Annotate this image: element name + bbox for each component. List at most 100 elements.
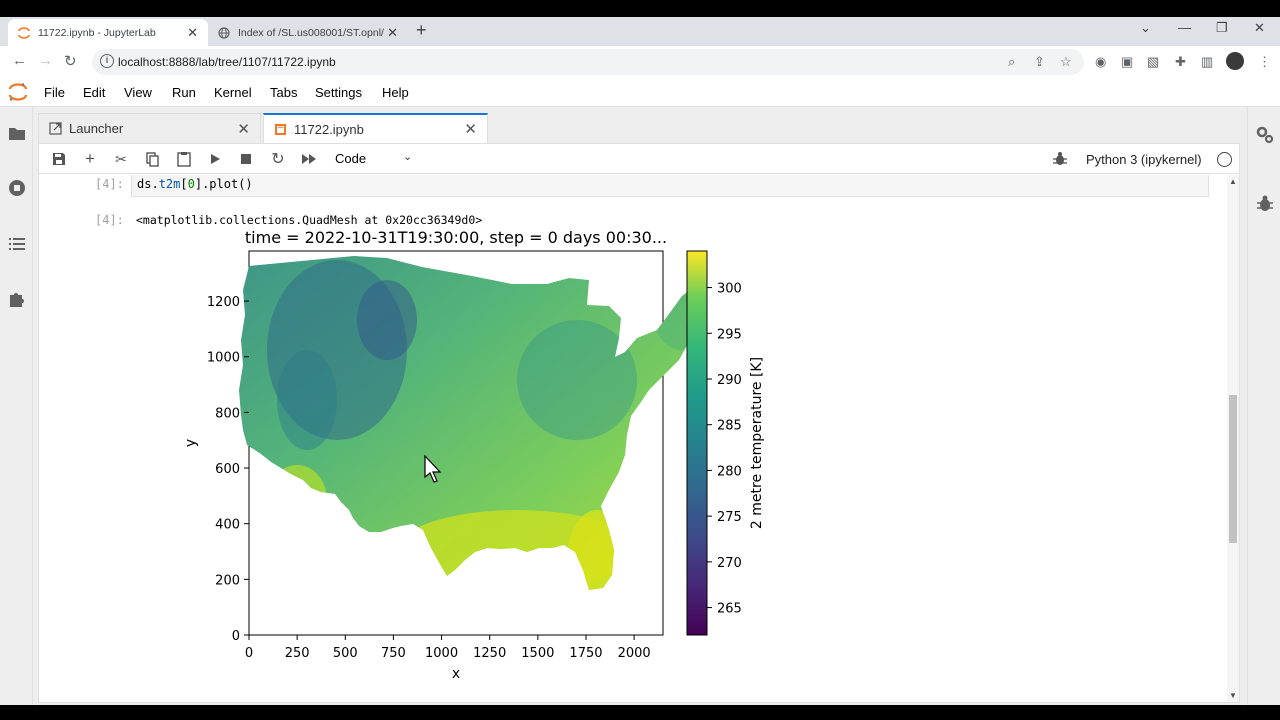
table-of-contents-icon[interactable]	[8, 235, 26, 253]
code-token: [	[180, 177, 188, 191]
close-icon[interactable]: ✕	[387, 25, 398, 41]
x-tick-label: 1250	[473, 646, 506, 661]
save-icon[interactable]	[51, 151, 67, 167]
menu-help[interactable]: Help	[382, 85, 409, 100]
maximize-button[interactable]: ❐	[1216, 20, 1228, 36]
x-tick-label: 500	[333, 646, 358, 661]
close-window-button[interactable]: ✕	[1254, 20, 1265, 36]
copy-icon[interactable]	[145, 151, 161, 167]
menu-tabs[interactable]: Tabs	[270, 85, 297, 100]
folder-icon[interactable]	[8, 124, 26, 142]
running-kernels-icon[interactable]	[8, 179, 26, 197]
scroll-up-icon[interactable]: ▲	[1229, 177, 1237, 186]
launcher-icon	[49, 122, 62, 135]
menu-edit[interactable]: Edit	[83, 85, 105, 100]
share-icon[interactable]: ⇪	[1034, 54, 1045, 70]
bug-icon[interactable]	[1053, 152, 1067, 166]
tab-label: 11722.ipynb	[294, 121, 364, 137]
x-tick-label: 1750	[569, 646, 602, 661]
menu-file[interactable]: File	[44, 85, 65, 100]
scrollbar-thumb[interactable]	[1229, 395, 1237, 543]
output-prompt: [4]:	[95, 213, 124, 227]
menu-run[interactable]: Run	[172, 85, 196, 100]
cell-type-select[interactable]: Code	[335, 151, 366, 166]
omnibox[interactable]: i localhost:8888/lab/tree/1107/11722.ipy…	[92, 49, 1084, 75]
close-icon[interactable]: ✕	[237, 120, 250, 138]
y-tick-label: 1000	[207, 351, 240, 366]
close-icon[interactable]: ✕	[464, 120, 477, 138]
colorbar-tick-label: 300	[717, 282, 742, 297]
code-token: ].plot()	[194, 177, 253, 191]
right-sidebar	[1247, 107, 1280, 705]
kebab-menu-icon[interactable]: ⋮	[1258, 54, 1271, 70]
notebook-icon	[275, 123, 286, 135]
extension-icon[interactable]: ▣	[1121, 54, 1133, 70]
close-icon[interactable]: ✕	[187, 25, 198, 41]
input-prompt: [4]:	[95, 177, 124, 191]
url-text[interactable]: localhost:8888/lab/tree/1107/11722.ipynb	[118, 55, 336, 69]
extension-icon[interactable]: ▧	[1147, 54, 1159, 70]
colorbar-tick-label: 285	[717, 419, 742, 434]
code-line: ds.t2m[0].plot()	[137, 177, 253, 191]
browser-tabstrip: 11722.ipynb - JupyterLab ✕ Index of /SL.…	[0, 17, 1280, 46]
output-repr-text: <matplotlib.collections.QuadMesh at 0x20…	[136, 213, 483, 227]
extension-icon[interactable]: ◉	[1095, 54, 1106, 70]
browser-tab-jupyterlab[interactable]: 11722.ipynb - JupyterLab ✕	[8, 19, 208, 46]
forward-arrow-icon[interactable]: →	[38, 52, 53, 69]
extension-manager-icon[interactable]	[8, 290, 26, 308]
paste-icon[interactable]	[176, 151, 192, 167]
bookmark-star-icon[interactable]: ☆	[1060, 54, 1072, 70]
menu-view[interactable]: View	[124, 85, 152, 100]
jupyter-menubar: File Edit View Run Kernel Tabs Settings …	[0, 77, 1280, 107]
left-sidebar	[0, 107, 33, 705]
notebook-toolbar: + ✂ ↻ Code ⌄ Python 3 (ipykernel)	[39, 144, 1239, 174]
colorbar-tick-label: 270	[717, 556, 742, 571]
browser-tab-title: Index of /SL.us008001/ST.opnl/D	[238, 26, 384, 39]
reload-icon[interactable]: ↻	[64, 52, 77, 70]
colorbar-tick-label: 280	[717, 464, 742, 479]
scroll-down-icon[interactable]: ▼	[1229, 691, 1237, 700]
tab-notebook[interactable]: 11722.ipynb ✕	[263, 113, 488, 143]
tab-search-button[interactable]: ⌄	[1140, 20, 1151, 36]
add-cell-icon[interactable]: +	[82, 149, 98, 168]
notebook-panel: + ✂ ↻ Code ⌄ Python 3 (ipykernel) [4]: d…	[38, 143, 1240, 703]
debugger-icon[interactable]	[1256, 195, 1274, 213]
code-cell-editor[interactable]: ds.t2m[0].plot()	[131, 175, 1209, 197]
puzzle-icon[interactable]: ✚	[1175, 54, 1186, 70]
menu-kernel[interactable]: Kernel	[214, 85, 252, 100]
browser-tab-index[interactable]: Index of /SL.us008001/ST.opnl/D ✕	[208, 19, 408, 46]
colorbar	[686, 250, 708, 636]
x-tick-label: 2000	[618, 646, 651, 661]
chevron-down-icon[interactable]: ⌄	[403, 150, 412, 163]
fast-forward-icon[interactable]	[301, 151, 317, 167]
restart-icon[interactable]: ↻	[270, 151, 286, 168]
new-tab-button[interactable]: +	[416, 20, 427, 41]
avatar[interactable]	[1226, 52, 1244, 70]
x-axis-label: x	[452, 666, 460, 682]
menu-settings[interactable]: Settings	[315, 85, 362, 100]
back-arrow-icon[interactable]: ←	[12, 52, 27, 69]
cut-icon[interactable]: ✂	[113, 151, 129, 167]
tab-launcher[interactable]: Launcher ✕	[38, 113, 261, 143]
zoom-icon[interactable]: ⌕	[1008, 54, 1015, 70]
globe-icon	[218, 26, 230, 39]
run-icon[interactable]	[207, 151, 223, 167]
browser-window: 11722.ipynb - JupyterLab ✕ Index of /SL.…	[0, 17, 1280, 705]
minimize-button[interactable]: —	[1178, 20, 1191, 35]
x-tick-label: 250	[285, 646, 310, 661]
notebook-scrollbar[interactable]: ▲ ▼	[1227, 175, 1239, 702]
y-tick-label: 800	[215, 406, 240, 421]
colorbar-tick-label: 265	[717, 602, 742, 617]
plot-figure: 0 250 500 750 1000 1250 1500 1750 2000 0 200 400 600…	[183, 230, 765, 682]
kernel-name[interactable]: Python 3 (ipykernel)	[1086, 152, 1202, 167]
notebook-cells: [4]: ds.t2m[0].plot() [4]: <matplotlib.c…	[39, 175, 1225, 702]
y-tick-label: 400	[215, 518, 240, 533]
kernel-status-icon	[1217, 152, 1232, 167]
chart-title: time = 2022-10-31T19:30:00, step = 0 day…	[245, 230, 667, 247]
x-tick-label: 1000	[425, 646, 458, 661]
stop-icon[interactable]	[238, 151, 254, 167]
sidepanel-icon[interactable]: ▥	[1201, 54, 1213, 70]
colorbar-tick-label: 290	[717, 373, 742, 388]
site-info-icon[interactable]: i	[100, 54, 114, 68]
property-inspector-icon[interactable]	[1255, 125, 1275, 145]
